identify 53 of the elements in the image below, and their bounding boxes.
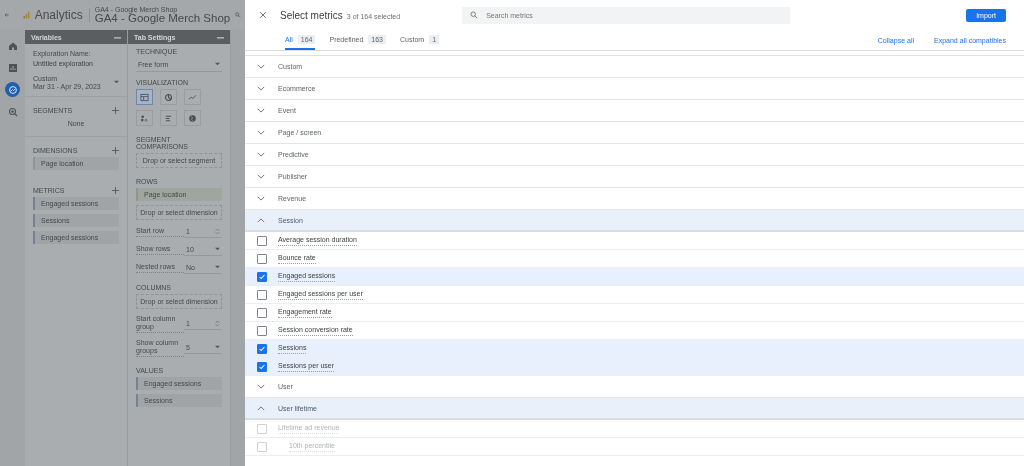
bar-chart-option[interactable] <box>160 110 177 126</box>
close-icon[interactable] <box>259 11 267 19</box>
chevron-icon <box>257 217 265 223</box>
bar-chart-icon <box>164 113 173 123</box>
stepper-arrows-icon <box>215 320 220 326</box>
table-chart-icon <box>140 92 149 102</box>
minimize-icon[interactable] <box>114 35 121 39</box>
caret-icon <box>215 265 220 270</box>
search-icon <box>470 11 479 19</box>
add-icon[interactable] <box>112 107 119 114</box>
geo-chart-icon <box>188 113 197 123</box>
caret-icon <box>215 344 220 350</box>
trend-circle-icon <box>7 84 18 95</box>
chevron-icon <box>257 108 265 113</box>
chevron-icon <box>257 64 265 69</box>
checkbox[interactable] <box>257 235 267 246</box>
caret-icon <box>215 62 220 67</box>
chevron-icon <box>257 405 265 411</box>
product-name: Analytics <box>34 8 90 22</box>
dialog-title: Select metrics <box>280 9 343 21</box>
scatter-chart-option[interactable] <box>136 110 153 126</box>
checkbox[interactable] <box>257 307 267 318</box>
checkbox[interactable] <box>257 271 267 282</box>
donut-chart-option[interactable] <box>160 89 177 105</box>
checkbox[interactable] <box>257 361 267 372</box>
chevron-icon <box>257 152 265 157</box>
bar-chart-icon <box>7 62 18 73</box>
line-chart-option[interactable] <box>184 89 201 105</box>
add-icon[interactable] <box>112 187 119 194</box>
checkbox[interactable] <box>257 289 267 300</box>
checkbox[interactable] <box>257 343 267 354</box>
stepper-arrows-icon <box>215 229 220 234</box>
magnifier-target-icon <box>7 106 18 117</box>
checkbox[interactable] <box>257 253 267 264</box>
add-icon[interactable] <box>112 147 119 154</box>
chevron-icon <box>257 174 265 179</box>
donut-chart-icon <box>164 92 173 102</box>
back-arrow-icon[interactable] <box>4 10 10 20</box>
caret-icon <box>215 247 220 252</box>
scatter-chart-icon <box>140 113 149 123</box>
chevron-icon <box>257 86 265 91</box>
nav-rail-button[interactable] <box>5 82 20 97</box>
table-chart-option[interactable] <box>136 89 153 105</box>
line-chart-icon <box>188 92 197 102</box>
chevron-icon <box>257 196 265 201</box>
minimize-icon[interactable] <box>217 35 224 39</box>
search-icon[interactable] <box>235 10 241 20</box>
caret-icon <box>114 80 119 85</box>
home-icon <box>7 40 18 51</box>
checkbox[interactable] <box>257 325 267 336</box>
chevron-icon <box>257 384 265 389</box>
geo-chart-option[interactable] <box>184 110 201 126</box>
chevron-icon <box>257 130 265 135</box>
